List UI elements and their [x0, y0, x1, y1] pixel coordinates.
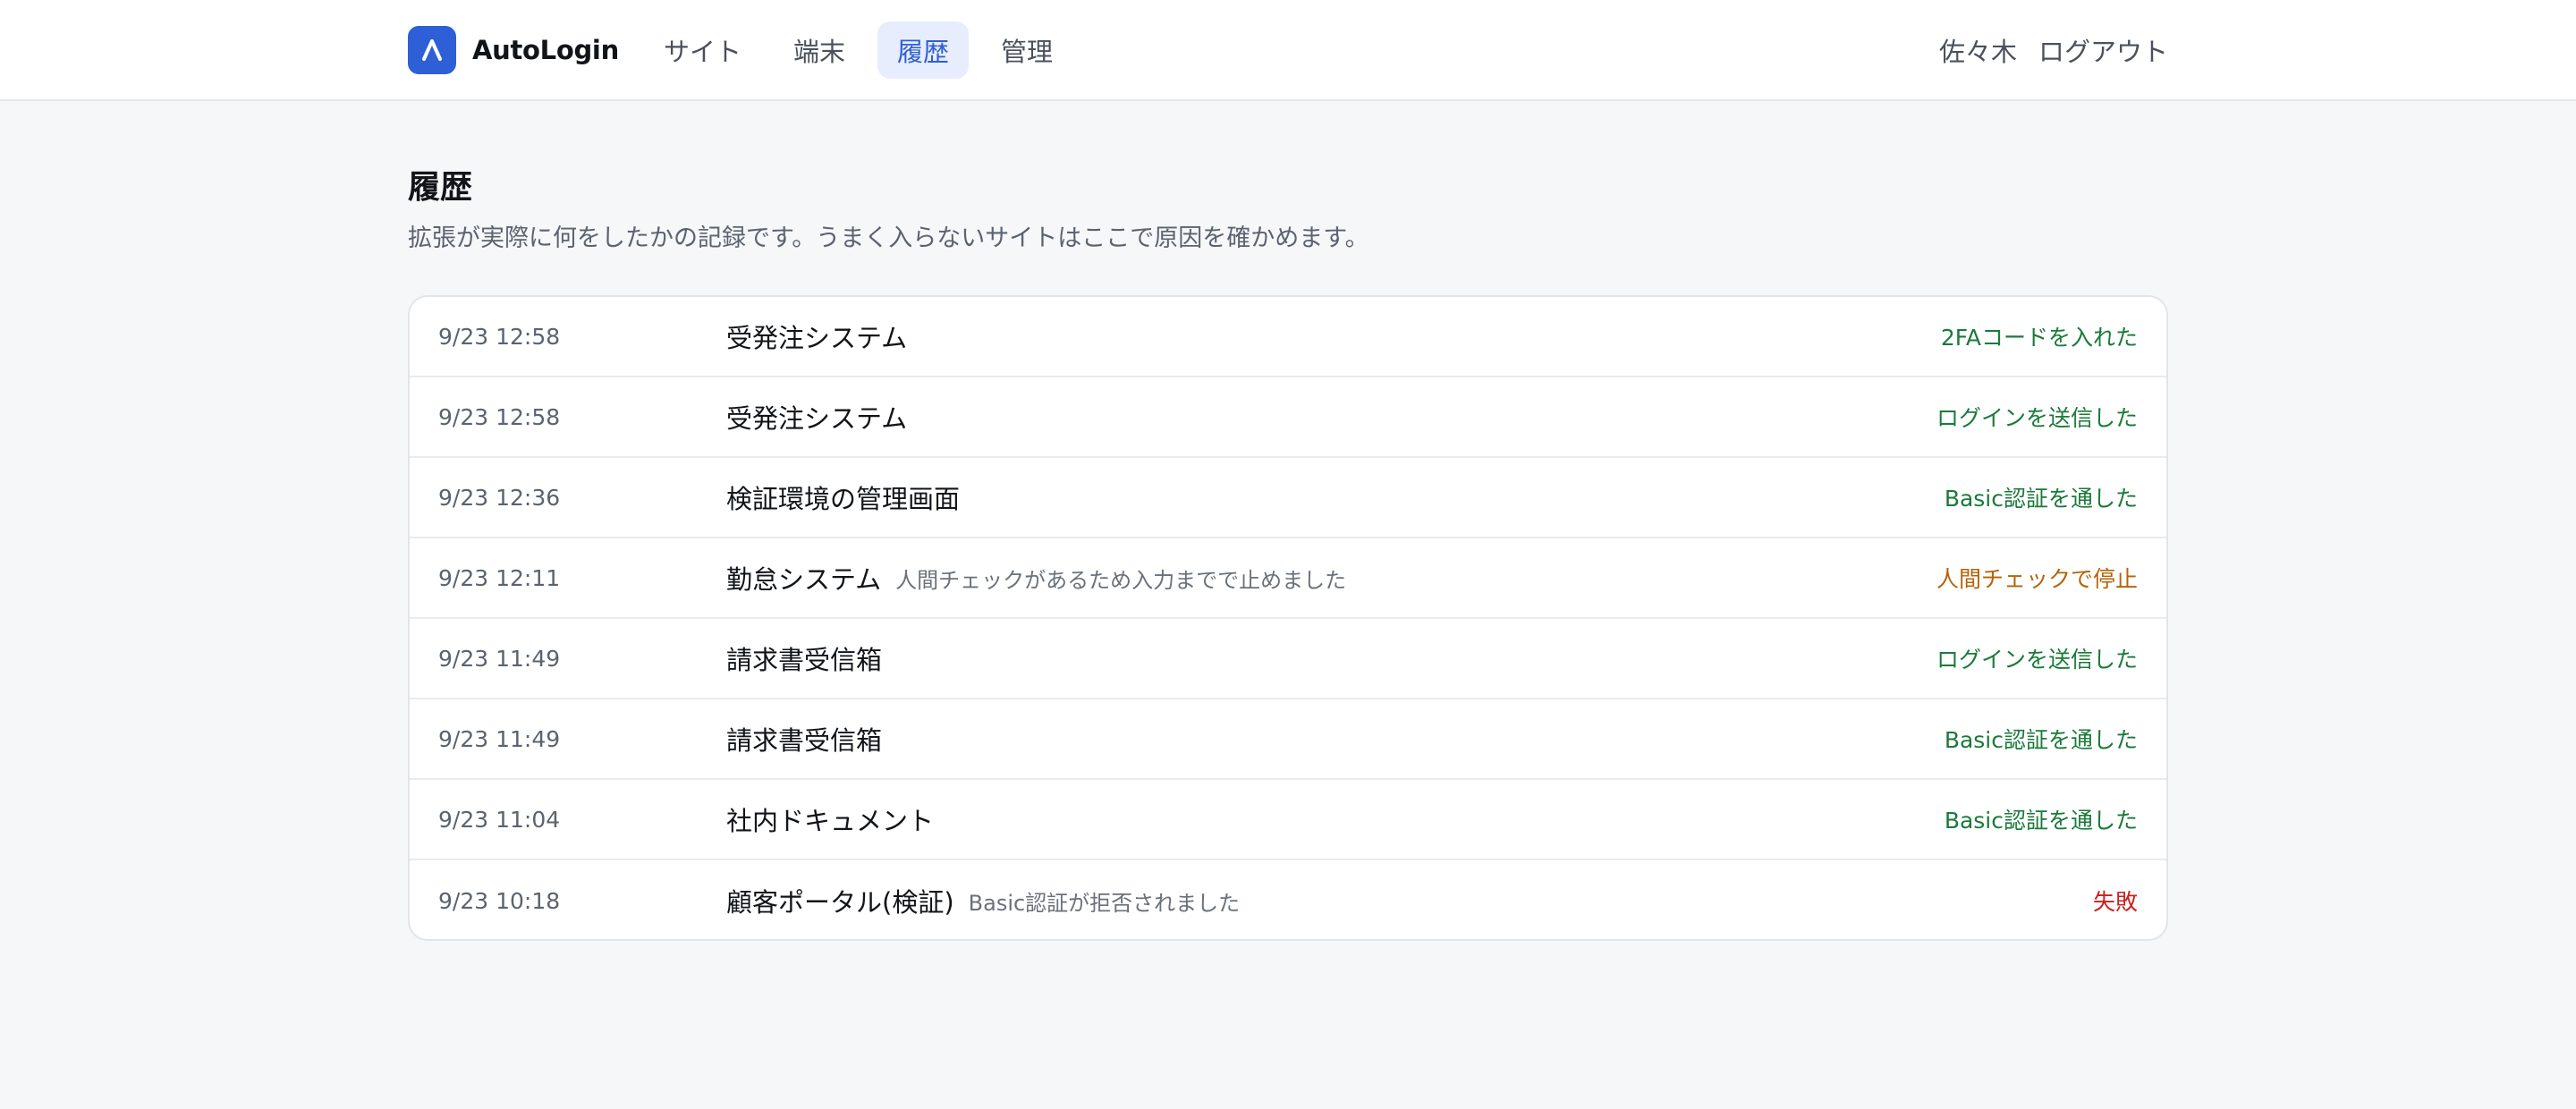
history-row[interactable]: 9/23 11:49 請求書受信箱 Basic認証を通した — [410, 699, 2166, 780]
history-status: 2FAコードを入れた — [1940, 325, 2138, 351]
history-site-name: 社内ドキュメント — [726, 806, 935, 836]
page-description: 拡張が実際に何をしたかの記録です。うまく入らないサイトはここで原因を確かめます。 — [408, 224, 1369, 252]
history-time: 9/23 11:49 — [438, 725, 561, 752]
history-row[interactable]: 9/23 10:18 顧客ポータル(検証) Basic認証が拒否されました 失敗 — [410, 860, 2166, 939]
history-status: 人間チェックで停止 — [1936, 566, 2138, 592]
history-list: 9/23 12:58 受発注システム 2FAコードを入れた 9/23 12:58… — [408, 295, 2168, 941]
history-status: Basic認証を通した — [1944, 486, 2138, 512]
history-time: 9/23 11:49 — [438, 645, 561, 672]
history-site-name: 受発注システム — [726, 403, 908, 434]
history-note: Basic認証が拒否されました — [968, 890, 1241, 916]
history-note: 人間チェックがあるため入力までで止めました — [895, 567, 1347, 593]
history-site-name: 受発注システム — [726, 323, 908, 353]
history-status: ログインを送信した — [1936, 405, 2138, 431]
history-row[interactable]: 9/23 12:58 受発注システム ログインを送信した — [410, 377, 2166, 458]
nav-item-history[interactable]: 履歴 — [877, 21, 970, 79]
history-site-name: 検証環境の管理画面 — [726, 484, 961, 514]
history-site-name: 勤怠システム — [726, 564, 882, 595]
nav-item-sites[interactable]: サイト — [644, 21, 761, 79]
history-site-name: 顧客ポータル(検証) — [726, 887, 954, 918]
history-status: ログインを送信した — [1936, 647, 2138, 673]
history-status: Basic認証を通した — [1944, 808, 2138, 834]
history-time: 9/23 12:11 — [438, 564, 561, 591]
nav-item-admin[interactable]: 管理 — [981, 21, 1072, 79]
user-name: 佐々木 — [1938, 37, 2017, 67]
history-site-name: 請求書受信箱 — [726, 725, 883, 756]
nav-item-devices[interactable]: 端末 — [774, 21, 865, 79]
history-row[interactable]: 9/23 11:49 請求書受信箱 ログインを送信した — [410, 619, 2166, 699]
history-time: 9/23 12:58 — [438, 403, 561, 430]
history-time: 9/23 12:36 — [438, 484, 561, 511]
main-nav: サイト 端末 履歴 管理 — [644, 21, 1072, 79]
page-title: 履歴 — [408, 169, 473, 206]
history-status: 失敗 — [2092, 889, 2138, 915]
user-area: 佐々木 ログアウト — [1939, 21, 2168, 79]
app-logo-icon — [408, 26, 456, 74]
brand[interactable]: AutoLogin — [408, 25, 619, 75]
history-site-name: 請求書受信箱 — [726, 645, 883, 675]
history-row[interactable]: 9/23 12:11 勤怠システム 人間チェックがあるため入力までで止めました … — [410, 538, 2166, 619]
history-status: Basic認証を通した — [1944, 727, 2138, 753]
history-row[interactable]: 9/23 11:04 社内ドキュメント Basic認証を通した — [410, 780, 2166, 860]
history-time: 9/23 10:18 — [438, 887, 561, 914]
top-bar: AutoLogin サイト 端末 履歴 管理 佐々木 ログアウト — [0, 0, 2576, 101]
history-time: 9/23 12:58 — [438, 323, 561, 350]
logout-button[interactable]: ログアウト — [2038, 31, 2168, 69]
app-name: AutoLogin — [472, 35, 619, 65]
history-row[interactable]: 9/23 12:36 検証環境の管理画面 Basic認証を通した — [410, 458, 2166, 538]
history-time: 9/23 11:04 — [438, 806, 561, 833]
history-row[interactable]: 9/23 12:58 受発注システム 2FAコードを入れた — [410, 297, 2166, 377]
